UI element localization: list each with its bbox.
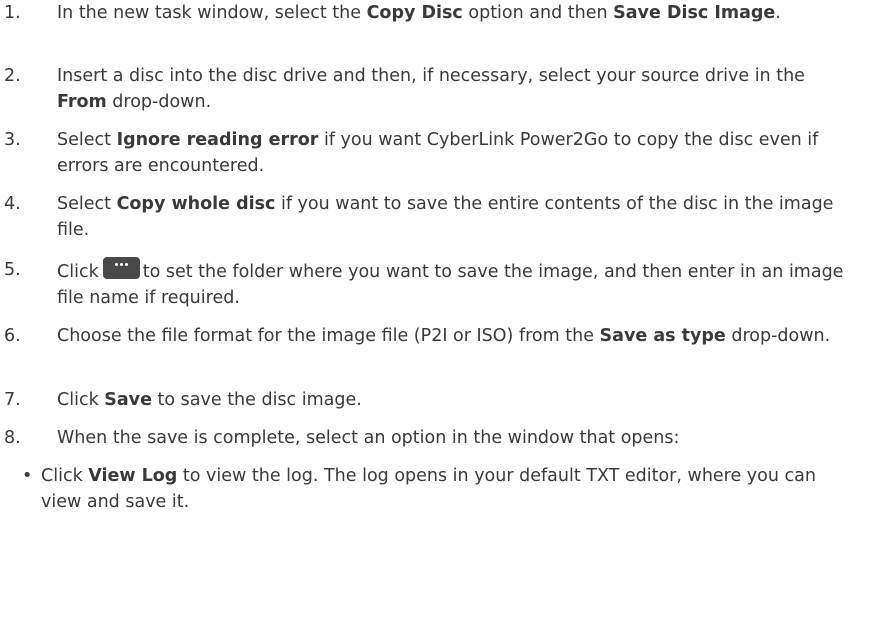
step-text: Choose the file format for the image fil…	[57, 326, 831, 346]
from-term: From	[57, 92, 107, 112]
step-number: 7.	[4, 390, 21, 410]
bullet-symbol: •	[22, 466, 33, 486]
step-number: 1.	[4, 3, 21, 23]
ignore-reading-error-term: Ignore reading error	[116, 130, 319, 150]
step-number: 5.	[4, 260, 21, 280]
more-options-icon	[102, 257, 140, 279]
view-log-term: View Log	[88, 466, 178, 486]
step-text: Select Ignore reading error if you want …	[57, 130, 819, 176]
save-as-type-term: Save as type	[599, 326, 726, 346]
step-number: 2.	[4, 66, 21, 86]
step-text: When the save is complete, select an opt…	[57, 428, 680, 448]
step-text: In the new task window, select the Copy …	[57, 3, 781, 23]
step-text: Click Save to save the disc image.	[57, 390, 362, 410]
copy-disc-term: Copy Disc	[366, 3, 463, 23]
step-number: 4.	[4, 194, 21, 214]
step-text: Select Copy whole disc if you want to sa…	[57, 194, 834, 240]
bullet-text: Click View Log to view the log. The log …	[41, 466, 816, 512]
save-disc-image-term: Save Disc Image	[613, 3, 776, 23]
save-term: Save	[104, 390, 152, 410]
copy-whole-disc-term: Copy whole disc	[116, 194, 276, 214]
step-number: 6.	[4, 326, 21, 346]
step-text: Click to set the folder where you want to…	[57, 257, 847, 311]
step-text: Insert a disc into the disc drive and th…	[57, 66, 805, 112]
step-number: 8.	[4, 428, 21, 448]
step-number: 3.	[4, 130, 21, 150]
